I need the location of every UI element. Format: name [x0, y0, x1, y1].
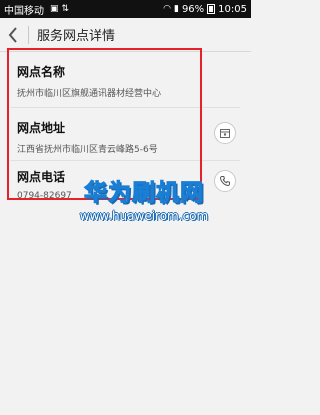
back-button[interactable] — [0, 18, 26, 52]
status-right: ◠ ▮ 96% 10:05 — [163, 4, 247, 15]
image-notification-icon: ▣ — [50, 4, 59, 14]
title-separator — [28, 25, 29, 44]
usb-icon: ⇅ — [61, 4, 70, 14]
page-title: 服务网点详情 — [37, 29, 116, 44]
highlight-box — [7, 48, 202, 200]
signal-icon: ▮ — [173, 4, 179, 14]
status-bar: 中国移动 ▣ ⇅ ◠ ▮ 96% 10:05 — [0, 0, 251, 18]
map-button[interactable] — [214, 122, 236, 144]
watermark: 华为刷机网 www.huaweirom.com — [44, 180, 244, 224]
title-bar: 服务网点详情 — [0, 18, 251, 52]
carrier-label: 中国移动 — [4, 5, 44, 17]
clock: 10:05 — [218, 3, 247, 15]
watermark-url: www.huaweirom.com — [79, 209, 209, 223]
wifi-icon: ◠ — [163, 4, 171, 14]
battery-icon — [207, 4, 216, 14]
map-icon — [220, 129, 230, 138]
battery-percent: 96% — [181, 3, 205, 15]
back-arrow-icon — [8, 26, 17, 43]
notification-icons: ▣ ⇅ — [50, 4, 69, 14]
watermark-title: 华为刷机网 — [84, 180, 204, 207]
